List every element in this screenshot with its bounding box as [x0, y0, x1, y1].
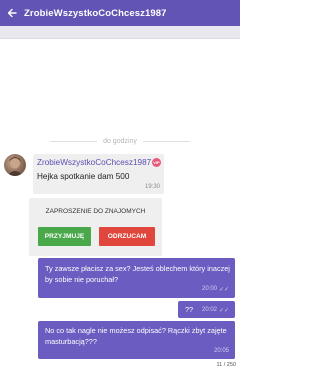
message-time: 19:30	[144, 184, 160, 190]
divider-line-right	[142, 140, 191, 142]
message-time: 20:05	[213, 348, 229, 354]
message-text: Hejka spotkanie dam 500	[37, 172, 130, 181]
divider-label: do godziny	[103, 137, 137, 145]
double-check-icon: ✓✓	[218, 308, 229, 314]
message-time: 20:00	[201, 286, 217, 292]
incoming-message: ZrobieWszystkoCoChcesz1987 VIP Hejka spo…	[33, 154, 164, 194]
message-text: Ty zawsze płacisz za sex? Jesteś obleche…	[45, 264, 230, 284]
vip-badge: VIP	[152, 158, 161, 167]
time-divider: do godziny	[50, 136, 191, 146]
double-check-icon: ✓✓	[218, 287, 229, 293]
conversation-title: ZrobieWszystkoCoChcesz1987	[24, 7, 167, 19]
friend-invite-card: ZAPROSZENIE DO ZNAJOMYCH PRZYJMUJĘ ODRZU…	[29, 198, 162, 256]
sender-avatar[interactable]	[4, 154, 26, 176]
character-counter: 11 / 250	[216, 362, 236, 368]
message-text: No co tak nagle nie możesz odpisać? Rącz…	[45, 326, 227, 346]
invite-label: ZAPROSZENIE DO ZNAJOMYCH	[45, 208, 146, 215]
arrow-left-icon	[7, 8, 17, 18]
outgoing-message: Ty zawsze płacisz za sex? Jesteś obleche…	[38, 258, 235, 298]
outgoing-message: ?? 20:02 ✓✓	[178, 301, 235, 318]
divider-line-left	[50, 140, 98, 142]
accept-button[interactable]: PRZYJMUJĘ	[38, 227, 91, 246]
sub-bar	[0, 26, 240, 39]
back-button[interactable]	[0, 0, 24, 26]
message-text: ??	[185, 305, 194, 314]
reject-button[interactable]: ODRZUCAM	[99, 227, 155, 246]
top-bar: ZrobieWszystkoCoChcesz1987	[0, 0, 240, 26]
sender-name[interactable]: ZrobieWszystkoCoChcesz1987	[37, 158, 151, 167]
outgoing-message: No co tak nagle nie możesz odpisać? Rącz…	[38, 321, 235, 359]
message-time: 20:02	[201, 307, 217, 313]
avatar-photo	[7, 157, 23, 176]
